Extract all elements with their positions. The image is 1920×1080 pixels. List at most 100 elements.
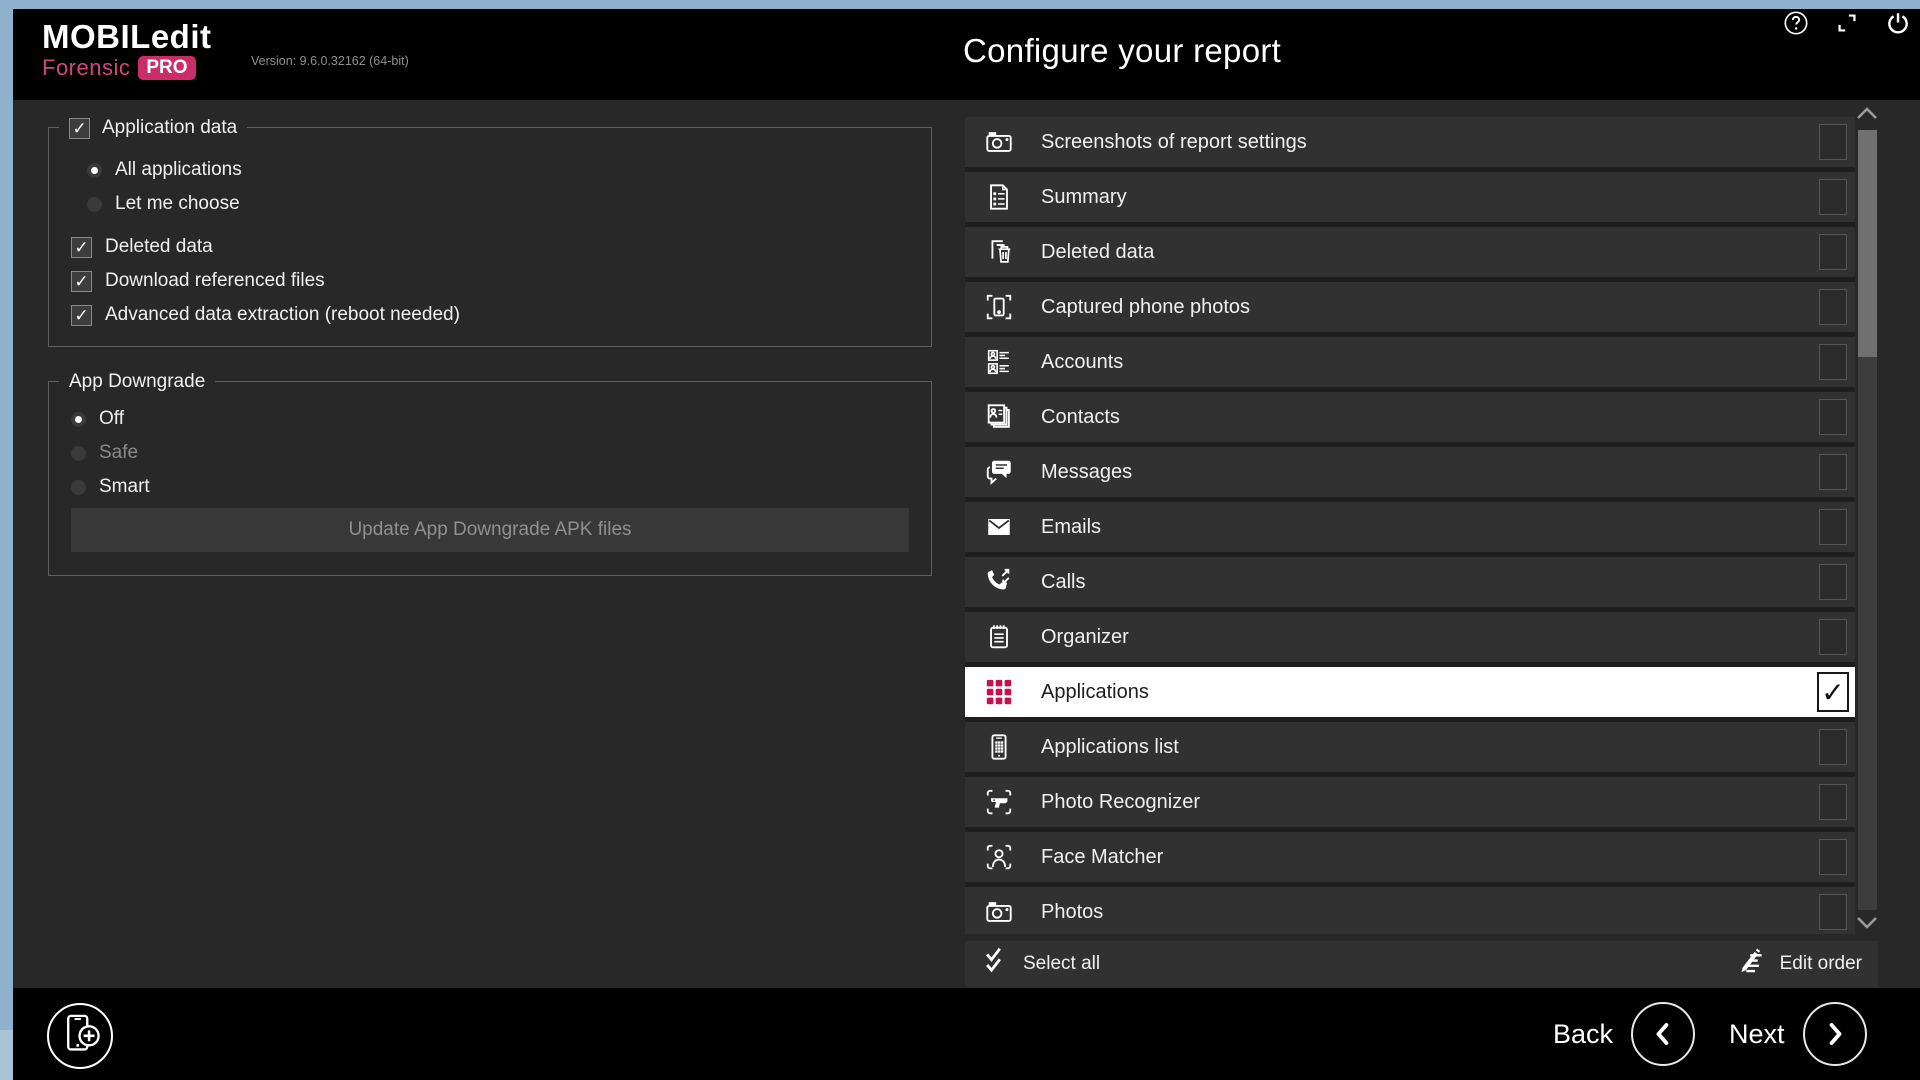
calls-icon: [983, 566, 1015, 598]
applications-list-icon: [983, 731, 1015, 763]
organizer-icon: [983, 621, 1015, 653]
radio-all-applications[interactable]: All applications: [87, 157, 242, 183]
scroll-down-icon[interactable]: [1854, 910, 1880, 934]
restore-window-icon[interactable]: [1834, 10, 1860, 36]
summary-icon: [983, 181, 1015, 213]
report-item-checkbox[interactable]: [1819, 234, 1847, 270]
checkbox-label: Download referenced files: [105, 270, 325, 292]
app-downgrade-group: App Downgrade Off Safe Smart Update App …: [48, 381, 932, 576]
report-item-checkbox[interactable]: [1819, 179, 1847, 215]
edit-order-label: Edit order: [1780, 953, 1862, 975]
checkbox-label: Advanced data extraction (reboot needed): [105, 304, 460, 326]
report-item-row[interactable]: Applications ✓: [965, 667, 1855, 717]
report-item-label: Emails: [1041, 516, 1101, 539]
select-all-icon: [981, 946, 1009, 982]
radio-let-me-choose[interactable]: Let me choose: [87, 191, 240, 217]
back-button[interactable]: Back: [1553, 1002, 1695, 1066]
report-item-checkbox[interactable]: [1819, 894, 1847, 930]
version-text: Version: 9.6.0.32162 (64-bit): [251, 54, 409, 68]
back-label: Back: [1553, 1019, 1613, 1050]
application-data-group: ✓ Application data All applications Let …: [48, 127, 932, 347]
checkbox-advanced-data-extraction[interactable]: ✓ Advanced data extraction (reboot neede…: [71, 302, 460, 328]
report-item-checkbox[interactable]: [1819, 509, 1847, 545]
report-item-checkbox[interactable]: [1819, 784, 1847, 820]
report-item-label: Accounts: [1041, 351, 1123, 374]
application-data-checkbox[interactable]: ✓: [69, 118, 90, 139]
report-item-row[interactable]: Contacts: [965, 392, 1855, 442]
main-content: ✓ Application data All applications Let …: [13, 100, 1920, 988]
report-item-row[interactable]: Deleted data: [965, 227, 1855, 277]
report-item-row[interactable]: Screenshots of report settings: [965, 117, 1855, 167]
edit-order-button[interactable]: Edit order: [1738, 947, 1862, 981]
radio-safe: Safe: [71, 440, 138, 466]
footer-bar: Back Next: [13, 988, 1920, 1080]
scrollbar-thumb[interactable]: [1858, 130, 1877, 357]
power-icon[interactable]: [1885, 10, 1911, 36]
report-item-row[interactable]: Captured phone photos: [965, 282, 1855, 332]
report-item-label: Applications: [1041, 681, 1149, 704]
photos-icon: [983, 896, 1015, 928]
checkbox-label: Deleted data: [105, 236, 213, 258]
app-logo: MOBILedit Forensic PRO: [42, 20, 211, 80]
report-item-checkbox[interactable]: ✓: [1817, 672, 1849, 712]
logo-forensic: Forensic: [42, 57, 130, 79]
report-item-row[interactable]: Applications list: [965, 722, 1855, 772]
report-item-checkbox[interactable]: [1819, 124, 1847, 160]
report-item-row[interactable]: Accounts: [965, 337, 1855, 387]
report-item-checkbox[interactable]: [1819, 344, 1847, 380]
window-border-top: [0, 0, 1920, 9]
radio-dot: [87, 197, 102, 212]
checkbox-download-referenced-files[interactable]: ✓ Download referenced files: [71, 268, 325, 294]
report-item-checkbox[interactable]: [1819, 619, 1847, 655]
report-item-label: Screenshots of report settings: [1041, 131, 1307, 154]
checkbox-deleted-data[interactable]: ✓ Deleted data: [71, 234, 213, 260]
connect-phone-button[interactable]: [47, 1003, 113, 1069]
checkbox-box: ✓: [71, 271, 92, 292]
back-circle: [1631, 1002, 1695, 1066]
phone-add-icon: [51, 1005, 109, 1068]
radio-label: Let me choose: [115, 193, 240, 215]
scroll-up-icon[interactable]: [1854, 102, 1880, 126]
next-circle: [1803, 1002, 1867, 1066]
deleted-data-icon: [983, 236, 1015, 268]
application-data-legend[interactable]: ✓ Application data: [59, 114, 247, 142]
report-item-row[interactable]: Summary: [965, 172, 1855, 222]
report-item-row[interactable]: Organizer: [965, 612, 1855, 662]
report-items-list: Screenshots of report settings Summary Del…: [965, 117, 1855, 934]
photo-recognizer-icon: [983, 786, 1015, 818]
face-matcher-icon: [983, 841, 1015, 873]
app-downgrade-label: App Downgrade: [69, 371, 205, 393]
report-item-row[interactable]: Messages: [965, 447, 1855, 497]
radio-dot: [71, 480, 86, 495]
mobiledit-window: MOBILedit Forensic PRO Version: 9.6.0.32…: [0, 0, 1920, 1080]
radio-smart[interactable]: Smart: [71, 474, 150, 500]
report-item-row[interactable]: Photos: [965, 887, 1855, 934]
report-item-checkbox[interactable]: [1819, 454, 1847, 490]
emails-icon: [983, 511, 1015, 543]
report-item-checkbox[interactable]: [1819, 399, 1847, 435]
radio-label: All applications: [115, 159, 242, 181]
report-item-row[interactable]: Face Matcher: [965, 832, 1855, 882]
report-item-checkbox[interactable]: [1819, 729, 1847, 765]
applications-grid-icon: [983, 676, 1015, 708]
next-button[interactable]: Next: [1729, 1002, 1867, 1066]
report-item-row[interactable]: Photo Recognizer: [965, 777, 1855, 827]
radio-label: Off: [99, 408, 124, 430]
logo-mobiledit: MOBILedit: [42, 20, 211, 53]
report-item-label: Applications list: [1041, 736, 1179, 759]
report-item-row[interactable]: Emails: [965, 502, 1855, 552]
help-icon[interactable]: [1783, 10, 1809, 36]
radio-off[interactable]: Off: [71, 406, 124, 432]
report-item-checkbox[interactable]: [1819, 289, 1847, 325]
report-item-checkbox[interactable]: [1819, 839, 1847, 875]
report-item-label: Photos: [1041, 901, 1103, 924]
list-footer-bar: Select all Edit order: [965, 941, 1878, 987]
report-item-row[interactable]: Calls: [965, 557, 1855, 607]
report-item-label: Organizer: [1041, 626, 1129, 649]
app-downgrade-legend: App Downgrade: [59, 368, 215, 396]
report-item-checkbox[interactable]: [1819, 564, 1847, 600]
report-item-label: Calls: [1041, 571, 1085, 594]
report-item-label: Photo Recognizer: [1041, 791, 1200, 814]
select-all-button[interactable]: Select all: [981, 946, 1100, 982]
report-item-label: Summary: [1041, 186, 1127, 209]
